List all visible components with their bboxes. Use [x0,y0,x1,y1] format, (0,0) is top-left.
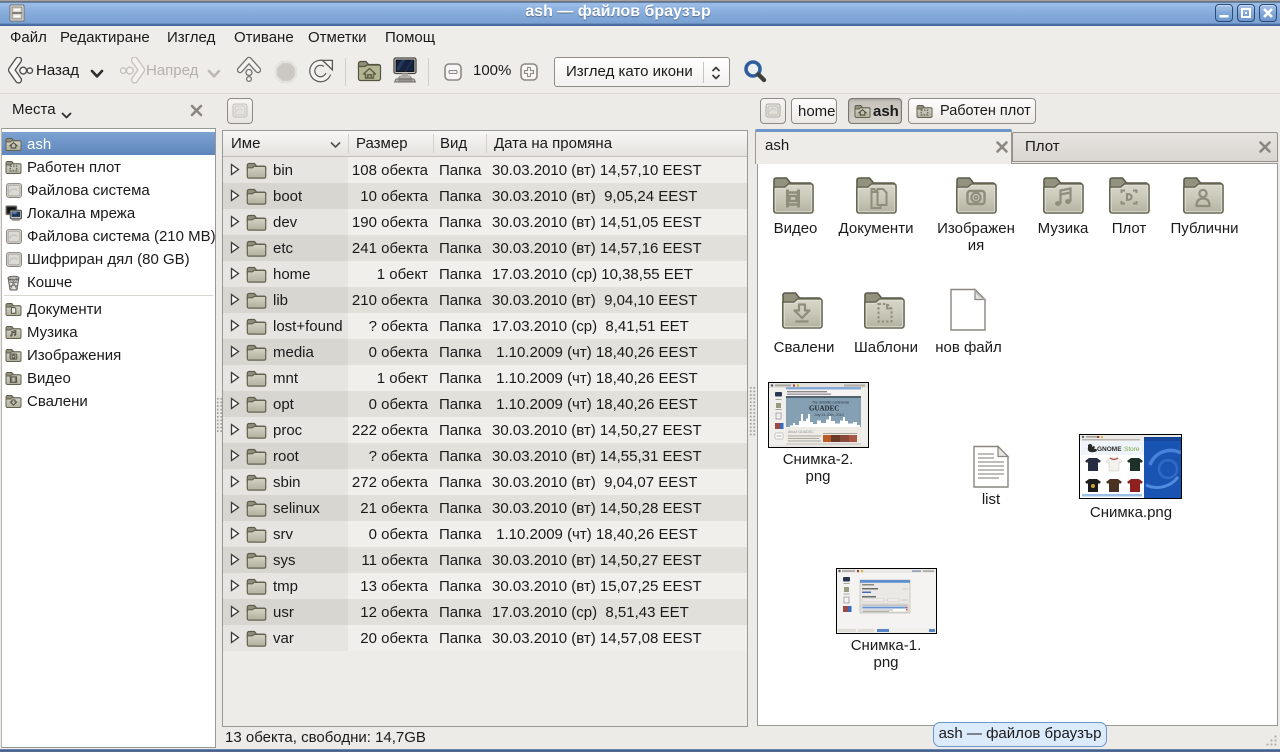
svg-text:July 24-30th, 2010: July 24-30th, 2010 [814,413,844,417]
svg-text:Store: Store [1124,446,1140,453]
svg-text:GUADEC: GUADEC [809,405,839,413]
svg-text:About GUADEC: About GUADEC [788,430,814,434]
svg-text:GNOME: GNOME [1097,446,1122,453]
